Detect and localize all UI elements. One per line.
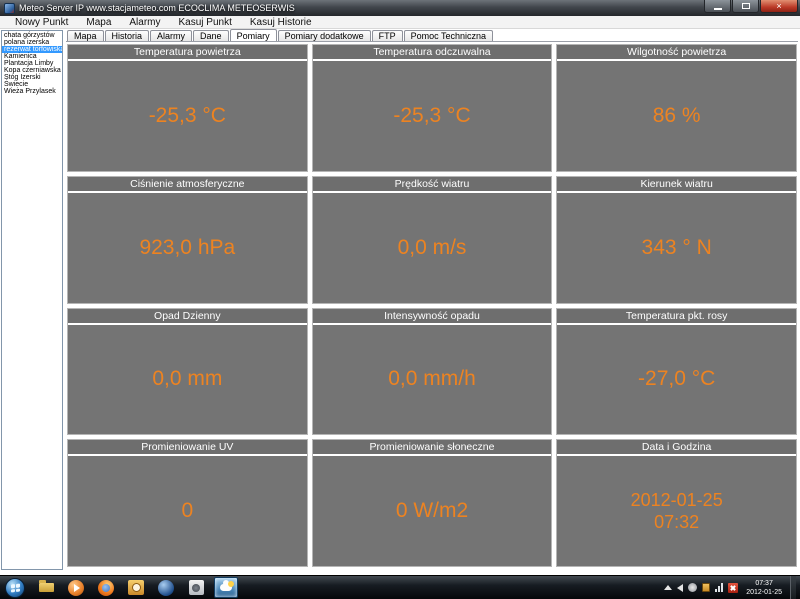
sidebar: chata górzystów polana izerska rezerwat … [0,29,65,575]
panel-title: Kierunek wiatru [557,176,796,193]
panel-data-i-godzina: Data i Godzina 2012-01-25 07:32 [556,439,797,567]
maximize-icon [741,3,750,9]
audio-app-icon[interactable] [184,577,208,598]
panel-temperatura-pkt-rosy: Temperatura pkt. rosy -27,0 °C [556,307,797,436]
app-icon [4,2,15,14]
panel-temperatura-powietrza: Temperatura powietrza -25,3 °C [67,44,308,172]
station-item[interactable]: Plantacja Limby [2,60,62,67]
tab-alarmy[interactable]: Alarmy [150,30,193,41]
panel-title: Temperatura powietrza [68,45,307,61]
tab-mapa[interactable]: Mapa [67,30,104,41]
tray-date: 2012-01-25 [746,588,782,596]
tray-time: 07:37 [755,579,773,587]
station-item[interactable]: Stóg Izerski [2,74,62,81]
menubar: Nowy Punkt Mapa Alarmy Kasuj Punkt Kasuj… [0,16,800,29]
tab-ftp[interactable]: FTP [371,30,403,41]
volume-icon[interactable] [677,583,684,592]
panel-wilgotnosc-powietrza: Wilgotność powietrza 86 % [556,44,797,172]
close-button[interactable]: × [760,0,798,13]
start-button[interactable] [5,577,25,598]
tray-lock-icon[interactable] [702,583,711,592]
titlebar: Meteo Server IP www.stacjameteo.com ECOC… [0,0,800,16]
panel-kierunek-wiatru: Kierunek wiatru 343 ° N [556,175,797,304]
maximize-button[interactable] [732,0,759,13]
explorer-icon[interactable] [34,577,58,598]
menu-mapa[interactable]: Mapa [77,17,120,28]
panel-title: Data i Godzina [557,440,796,457]
main-area: Mapa Historia Alarmy Dane Pomiary Pomiar… [65,29,800,575]
tab-historia[interactable]: Historia [104,30,150,41]
panel-value-time: 07:32 [654,512,700,533]
panel-value: -25,3 °C [393,103,471,127]
tab-bar: Mapa Historia Alarmy Dane Pomiary Pomiar… [66,29,798,41]
panel-cisnienie-atmosferyczne: Ciśnienie atmosferyczne 923,0 hPa [67,175,308,304]
station-item[interactable]: Kopa czerniawska [2,67,62,74]
panel-title: Temperatura odczuwalna [312,45,552,61]
panel-value: -27,0 °C [638,367,716,391]
panel-title: Intensywność opadu [312,308,552,325]
station-listbox: chata górzystów polana izerska rezerwat … [1,30,63,570]
show-desktop-button[interactable] [790,575,796,599]
panel-title: Prędkość wiatru [312,176,552,193]
menu-nowy-punkt[interactable]: Nowy Punkt [6,17,77,28]
firefox-icon[interactable] [94,577,118,598]
panel-title: Opad Dzienny [68,308,307,325]
mail-clock-app-icon[interactable] [124,577,148,598]
content-area: chata górzystów polana izerska rezerwat … [0,29,800,575]
blue-app-icon[interactable] [154,577,178,598]
panel-temperatura-odczuwalna: Temperatura odczuwalna -25,3 °C [311,44,553,172]
tray-status-icon[interactable] [688,583,698,592]
panel-value: 0 W/m2 [395,499,469,523]
tab-pomiary[interactable]: Pomiary [229,29,277,41]
tab-dane[interactable]: Dane [193,30,229,41]
panel-title: Temperatura pkt. rosy [557,308,796,325]
station-item[interactable]: Świecie [2,81,62,88]
panel-intensywnosc-opadu: Intensywność opadu 0,0 mm/h [311,307,553,436]
panel-title: Wilgotność powietrza [557,45,796,61]
panel-value-date: 2012-01-25 [630,489,723,510]
menu-kasuj-punkt[interactable]: Kasuj Punkt [170,17,241,28]
station-item-selected[interactable]: rezerwat torfowiska [2,46,62,53]
panel-title: Ciśnienie atmosferyczne [68,176,307,193]
panel-promieniowanie-uv: Promieniowanie UV 0 [67,439,308,567]
menu-kasuj-historie[interactable]: Kasuj Historie [241,17,321,28]
network-icon[interactable] [715,583,724,592]
panel-value: 923,0 hPa [139,235,236,259]
menu-alarmy[interactable]: Alarmy [120,17,169,28]
panel-predkosc-wiatru: Prędkość wiatru 0,0 m/s [311,175,553,304]
panel-value: 0,0 mm/h [388,367,476,391]
window-controls: × [703,0,798,13]
tray-clock[interactable]: 07:37 2012-01-25 [743,579,785,597]
station-item[interactable]: Kamienica [2,53,62,60]
station-item[interactable]: polana izerska [2,39,62,46]
tray-expand-icon[interactable] [664,585,673,590]
taskbar: 07:37 2012-01-25 [0,575,800,599]
media-player-icon[interactable] [64,577,88,598]
panel-value: 86 % [652,103,701,127]
panel-value: 0,0 mm [152,367,223,391]
meteo-server-window: Meteo Server IP www.stacjameteo.com ECOC… [0,0,800,599]
panel-title: Promieniowanie UV [68,440,307,457]
panel-value: 0 [181,499,194,523]
action-center-icon[interactable] [728,582,739,593]
panel-value: -25,3 °C [148,103,226,127]
minimize-icon [713,7,722,10]
station-item[interactable]: Wieża Przylasek [2,88,62,95]
windows-logo-icon [10,583,20,592]
panel-value: 0,0 m/s [397,235,467,259]
measurement-grid: Temperatura powietrza -25,3 °C Temperatu… [66,41,798,575]
panel-promieniowanie-sloneczne: Promieniowanie słoneczne 0 W/m2 [311,439,553,567]
panel-title: Promieniowanie słoneczne [312,440,552,457]
meteo-app-icon[interactable] [214,577,238,598]
window-title: Meteo Server IP www.stacjameteo.com ECOC… [19,3,295,13]
station-item[interactable]: chata górzystów [2,32,62,39]
system-tray: 07:37 2012-01-25 [664,575,800,599]
tab-pomiary-dodatkowe[interactable]: Pomiary dodatkowe [277,30,371,41]
panel-value: 343 ° N [641,235,712,259]
panel-opad-dzienny: Opad Dzienny 0,0 mm [67,307,308,436]
minimize-button[interactable] [704,0,731,13]
tab-pomoc-techniczna[interactable]: Pomoc Techniczna [403,30,493,41]
